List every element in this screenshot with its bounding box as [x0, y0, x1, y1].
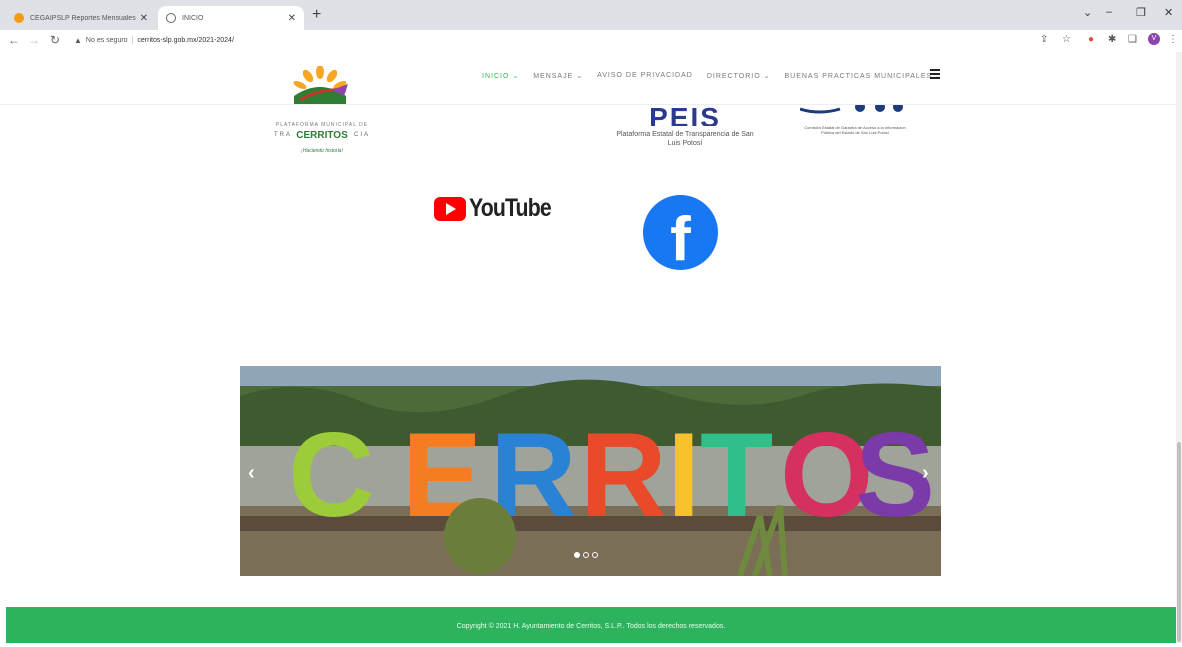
browser-tab-bar: CEGAIPSLP Reportes Mensuales ✕ INICIO ✕ …	[0, 0, 1182, 30]
close-window-button[interactable]: ✕	[1164, 6, 1173, 19]
sidepanel-icon[interactable]: ❑	[1128, 34, 1137, 45]
peis-subtitle: Plataforma Estatal de Transparencia de S…	[616, 131, 754, 147]
bookmark-star-icon[interactable]: ☆	[1062, 34, 1071, 45]
nav-mensaje[interactable]: MENSAJE ⌄	[533, 72, 583, 80]
facebook-icon[interactable]: f	[643, 195, 718, 270]
carousel-next-button[interactable]: ›	[922, 462, 929, 485]
forward-arrow-icon[interactable]: →	[28, 33, 40, 47]
close-tab-icon[interactable]: ✕	[140, 13, 148, 24]
back-arrow-icon[interactable]: ←	[8, 33, 20, 47]
new-tab-button[interactable]: +	[312, 6, 321, 24]
minimize-button[interactable]: –	[1106, 6, 1112, 18]
globe-icon	[166, 13, 176, 23]
site-header: INICIO ⌄ MENSAJE ⌄ AVISO DE PRIVACIDAD D…	[0, 52, 1176, 105]
cegaip-logo[interactable]: Comisión Estatal de Garantía de Acceso a…	[799, 102, 910, 135]
nav-aviso-privacidad[interactable]: AVISO DE PRIVACIDAD	[597, 72, 693, 80]
close-tab-icon[interactable]: ✕	[288, 13, 296, 24]
nav-directorio[interactable]: DIRECTORIO ⌄	[707, 72, 771, 80]
carousel-dots	[574, 552, 598, 558]
logo-top-text: PLATAFORMA MUNICIPAL DE	[275, 122, 369, 128]
cerritos-transparency-logo[interactable]: PLATAFORMA MUNICIPAL DE TRA CIA CERRITOS…	[262, 66, 382, 170]
page-scrollbar[interactable]	[1176, 52, 1182, 643]
separator: |	[131, 37, 134, 44]
sun-emblem-icon	[293, 66, 348, 104]
image-carousel[interactable]: C E R R I T O S ‹ ›	[240, 366, 941, 576]
puzzle-icon[interactable]: ✱	[1108, 34, 1116, 45]
security-label: No es seguro	[85, 37, 128, 44]
logo-name: CERRITOS	[296, 130, 348, 141]
youtube-wordmark: YouTube	[469, 194, 552, 222]
youtube-link[interactable]: YouTube	[434, 194, 565, 223]
browser-tab-inicio[interactable]: INICIO ✕	[158, 6, 304, 30]
address-bar[interactable]: ▲ No es seguro | cerritos-slp.gob.mx/202…	[74, 33, 1014, 48]
restore-button[interactable]: ❐	[1136, 6, 1146, 19]
peis-title: PEIS	[649, 104, 721, 126]
cerritos-sign-photo: C E R R I T O S	[240, 366, 941, 576]
profile-avatar[interactable]: V	[1148, 33, 1160, 45]
warning-icon[interactable]: ▲	[74, 36, 82, 45]
hamburger-menu-icon[interactable]	[930, 69, 940, 81]
youtube-play-icon	[434, 196, 466, 221]
peis-logo[interactable]: PEIS Plataforma Estatal de Transparencia…	[610, 104, 760, 148]
sign-letter-r2: R	[580, 408, 667, 542]
carousel-dot-2[interactable]	[583, 552, 589, 558]
tab-title: CEGAIPSLP Reportes Mensuales	[30, 14, 136, 22]
logo-slogan: ¡Haciendo historia!	[301, 148, 343, 154]
carousel-dot-3[interactable]	[592, 552, 598, 558]
reload-icon[interactable]: ↻	[50, 33, 60, 47]
address-toolbar: ← → ↻ ▲ No es seguro | cerritos-slp.gob.…	[0, 30, 1182, 53]
tab-title: INICIO	[182, 14, 204, 22]
tab-search-icon[interactable]: ⌄	[1083, 6, 1092, 19]
sign-letter-i: I	[667, 408, 700, 542]
url-text: cerritos-slp.gob.mx/2021-2024/	[137, 37, 234, 44]
cegaip-mark-icon	[799, 102, 903, 114]
nav-buenas-practicas[interactable]: BUENAS PRACTICAS MUNICIPALES ⌄	[784, 72, 941, 80]
carousel-prev-button[interactable]: ‹	[248, 462, 255, 485]
scrollbar-thumb[interactable]	[1177, 442, 1181, 642]
cegaip-subtitle: Comisión Estatal de Garantía de Acceso a…	[804, 125, 906, 135]
copyright-text: Copyright © 2021 H. Ayuntamiento de Cerr…	[456, 623, 726, 630]
sign-letter-c: C	[288, 408, 375, 542]
carousel-dot-1[interactable]	[574, 552, 580, 558]
main-nav: INICIO ⌄ MENSAJE ⌄ AVISO DE PRIVACIDAD D…	[482, 72, 942, 80]
nav-inicio[interactable]: INICIO ⌄	[482, 72, 519, 80]
site-footer: Copyright © 2021 H. Ayuntamiento de Cerr…	[6, 607, 1176, 643]
share-icon[interactable]: ⇪	[1040, 34, 1048, 45]
cegaip-favicon-icon	[14, 13, 24, 23]
browser-tab-cegaip[interactable]: CEGAIPSLP Reportes Mensuales ✕	[6, 6, 156, 30]
extension-icon[interactable]: ●	[1088, 34, 1094, 45]
menu-dots-icon[interactable]: ⋮	[1168, 34, 1178, 45]
